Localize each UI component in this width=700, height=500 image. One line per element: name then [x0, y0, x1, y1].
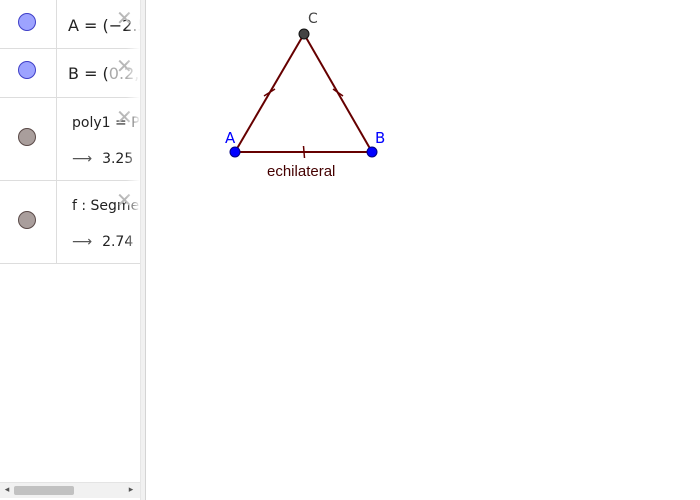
visibility-toggle-icon[interactable]: [18, 13, 36, 31]
tick-mark-ab: [302, 145, 306, 159]
visibility-toggle-icon[interactable]: [18, 211, 36, 229]
graphics-canvas[interactable]: A B C echilateral: [146, 0, 700, 500]
row-fade: [126, 180, 140, 263]
algebra-row-point-a[interactable]: A = (−2.5 ✕: [0, 0, 140, 49]
output-arrow-icon: ⟶: [72, 234, 93, 250]
point-b-label: B: [375, 129, 385, 147]
visibility-cell: [0, 0, 57, 48]
row-fade: [126, 0, 140, 48]
poly1-value: ⟶ 3.25: [72, 151, 134, 167]
graphics-view[interactable]: A B C echilateral: [146, 0, 700, 500]
visibility-toggle-icon[interactable]: [18, 61, 36, 79]
algebra-view: A = (−2.5 ✕ B = (0.2, ✕ poly1 = P ⟶ 3.25 …: [0, 0, 140, 500]
visibility-cell: [0, 48, 57, 97]
point-c-label: C: [308, 11, 318, 27]
row-fade: [126, 97, 140, 180]
visibility-cell: [0, 97, 57, 180]
triangle-label: echilateral: [267, 163, 335, 180]
point-b[interactable]: [366, 146, 378, 158]
visibility-cell: [0, 180, 57, 263]
row-fade: [126, 48, 140, 97]
point-a[interactable]: [229, 146, 241, 158]
scrollbar-thumb[interactable]: [14, 486, 74, 495]
algebra-row-point-b[interactable]: B = (0.2, ✕: [0, 48, 140, 98]
point-c[interactable]: [298, 28, 310, 40]
point-a-label: A: [225, 129, 236, 147]
scroll-right-icon[interactable]: ▸: [126, 485, 136, 495]
visibility-toggle-icon[interactable]: [18, 128, 36, 146]
scroll-left-icon[interactable]: ◂: [2, 485, 12, 495]
algebra-row-poly1[interactable]: poly1 = P ⟶ 3.25 ✕: [0, 97, 140, 181]
segment-f-value: ⟶ 2.74: [72, 234, 134, 250]
horizontal-scrollbar[interactable]: ◂ ▸: [0, 482, 140, 498]
algebra-row-segment-f[interactable]: f : Segme ⟶ 2.74 ✕: [0, 180, 140, 264]
output-arrow-icon: ⟶: [72, 151, 93, 167]
